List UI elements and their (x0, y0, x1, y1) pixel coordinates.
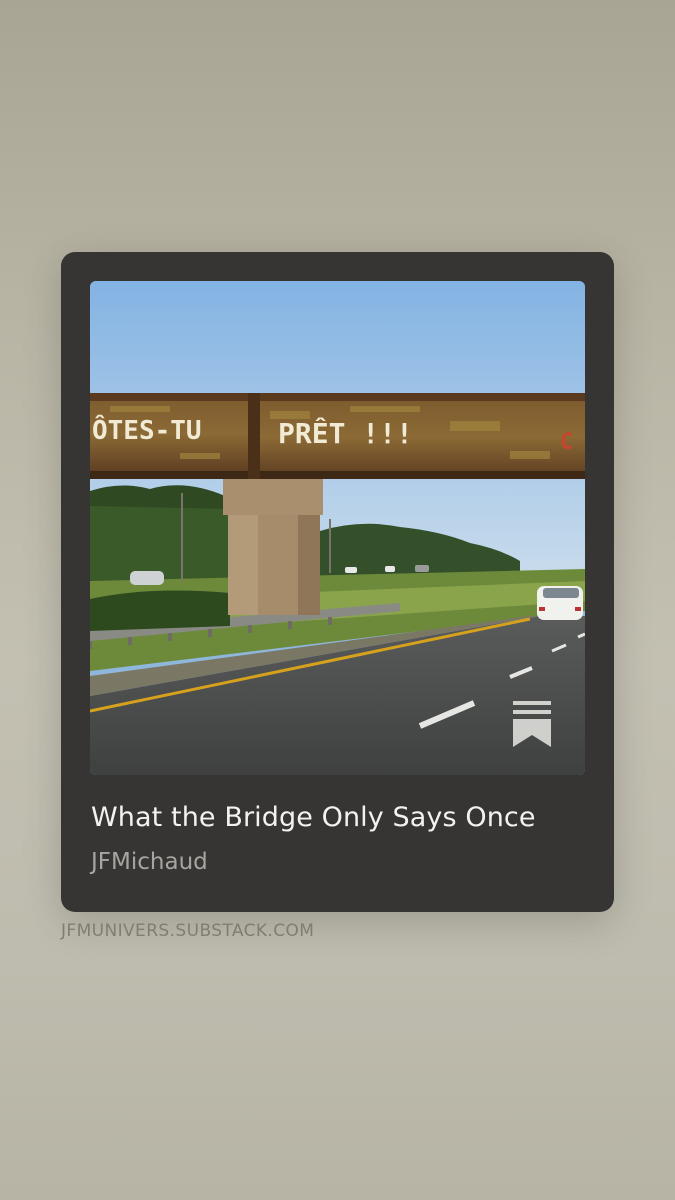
graffiti-left: ÔTES-TU (92, 414, 202, 446)
post-title[interactable]: What the Bridge Only Says Once (91, 802, 536, 833)
svg-text:C: C (560, 430, 573, 455)
source-domain[interactable]: JFMUNIVERS.SUBSTACK.COM (61, 921, 314, 941)
bridge-photo: ÔTES-TU PRÊT !!! C (90, 281, 585, 775)
post-card[interactable]: ÔTES-TU PRÊT !!! C What the Bridge Only … (61, 252, 614, 912)
post-author[interactable]: JFMichaud (91, 849, 208, 875)
graffiti-right: PRÊT !!! (278, 416, 413, 450)
post-cover-image[interactable]: ÔTES-TU PRÊT !!! C (90, 281, 585, 775)
bookmark-icon[interactable] (513, 701, 551, 747)
